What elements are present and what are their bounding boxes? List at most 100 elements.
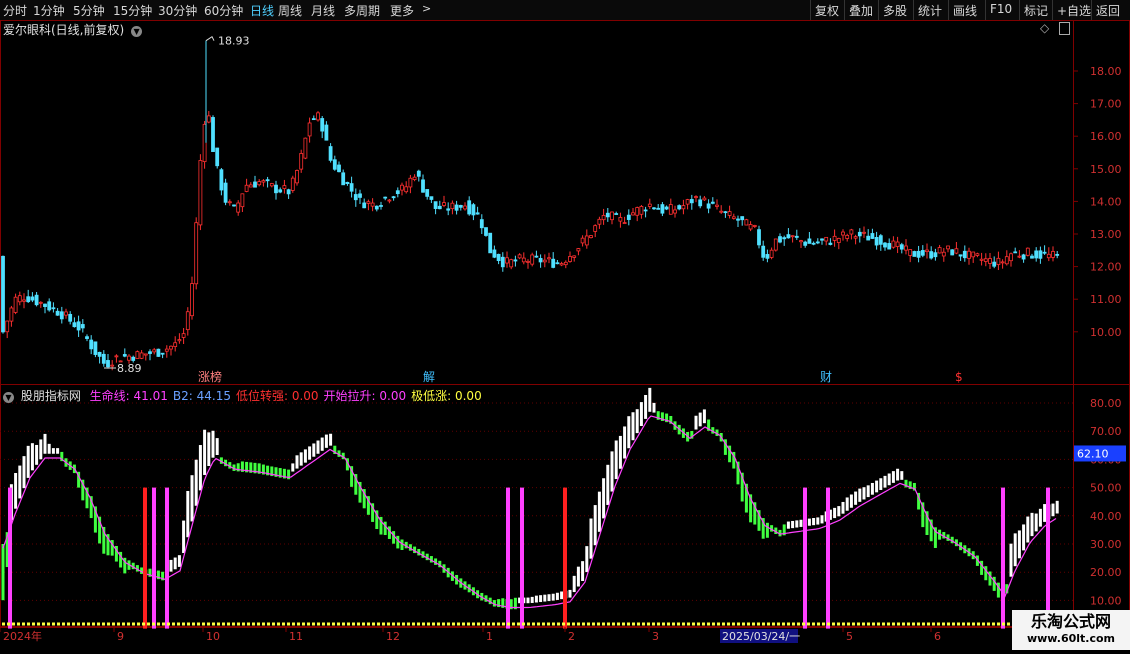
time-label-9: 5	[846, 630, 853, 643]
period-3[interactable]: 15分钟	[113, 2, 152, 19]
period-9[interactable]: 多周期	[344, 2, 380, 19]
candle-body	[156, 348, 161, 357]
candle-body	[80, 324, 85, 329]
candle-body	[668, 204, 673, 215]
candle-body	[841, 231, 845, 236]
indicator-bar	[581, 561, 585, 581]
candle-body	[353, 194, 358, 201]
indicator-bar	[644, 394, 648, 419]
period-7[interactable]: 周线	[278, 2, 302, 19]
candle-body	[1000, 261, 1005, 264]
action-2[interactable]: 多股	[883, 2, 907, 19]
time-label-3: 11	[289, 630, 303, 643]
candle-body	[303, 137, 308, 159]
candle-body	[72, 322, 77, 328]
toolbar-separator	[844, 0, 845, 20]
candle-body	[534, 255, 539, 258]
price-label-3: 15.00	[1090, 163, 1122, 176]
candle-body	[55, 310, 60, 316]
action-5[interactable]: F10	[990, 2, 1012, 16]
indicator-bar	[572, 575, 576, 593]
candle-body	[463, 205, 467, 210]
candle-body	[807, 238, 812, 244]
candle-body	[1055, 254, 1060, 256]
candle-body	[122, 354, 127, 357]
period-0[interactable]: 分时	[3, 2, 27, 19]
indicator-bar	[1043, 504, 1047, 522]
high-price-label: 18.93	[218, 35, 250, 48]
candle-body	[311, 118, 316, 121]
candle-body	[345, 181, 350, 185]
indicator-bar	[316, 440, 320, 454]
period-2[interactable]: 5分钟	[73, 2, 105, 19]
candle-body	[101, 353, 106, 364]
candle-body	[786, 234, 791, 239]
candle-body	[706, 203, 711, 209]
candle-body	[404, 186, 409, 193]
candle-body	[912, 251, 917, 257]
candle-body	[597, 218, 602, 225]
candle-body	[1009, 253, 1013, 262]
period-8[interactable]: 月线	[311, 2, 335, 19]
candle-body	[744, 219, 749, 226]
indicator-bar	[295, 455, 299, 469]
period-10[interactable]: 更多	[390, 2, 414, 19]
candle-body	[576, 248, 581, 252]
indicator-bar	[1051, 503, 1055, 517]
candle-body	[400, 184, 404, 191]
signal-bar	[506, 487, 510, 629]
candle-body	[190, 283, 194, 317]
indicator-axis-label-4: 40.00	[1090, 510, 1122, 523]
indicator-bar	[182, 520, 186, 554]
indicator-bar	[320, 437, 324, 451]
candle-body	[946, 245, 950, 250]
chart-area[interactable]: 18.00 17.00 16.00 15.00 14.00 13.00 12.00 11.00…	[0, 20, 1130, 650]
indicator-bar	[329, 433, 333, 446]
candle-body	[51, 307, 56, 310]
indicator-bar	[560, 591, 564, 600]
action-7[interactable]: +自选	[1057, 2, 1091, 19]
diamond-icon[interactable]: ◇	[1040, 21, 1049, 35]
indicator-bar	[883, 475, 887, 488]
candle-body	[992, 261, 997, 267]
candle-body	[1038, 250, 1043, 259]
indicator-bar	[1030, 512, 1034, 537]
indicator-bar	[396, 535, 400, 549]
period-5[interactable]: 60分钟	[204, 2, 243, 19]
candle-body	[652, 207, 656, 210]
indicator-bar	[614, 440, 618, 480]
more-chevron-icon[interactable]: >	[422, 2, 431, 15]
dropdown-icon[interactable]: ▼	[131, 26, 143, 37]
period-1[interactable]: 1分钟	[33, 2, 65, 19]
candle-body	[757, 229, 761, 246]
toolbar-separator	[985, 0, 986, 20]
candle-body	[93, 341, 98, 355]
candle-body	[383, 196, 388, 199]
candle-body	[559, 263, 564, 266]
candle-body	[341, 172, 346, 186]
action-1[interactable]: 叠加	[849, 2, 873, 19]
action-8[interactable]: 返回	[1096, 2, 1120, 19]
panel-toggle-icon[interactable]	[1059, 22, 1071, 35]
action-3[interactable]: 统计	[918, 2, 942, 19]
price-label-4: 14.00	[1090, 195, 1122, 208]
candle-body	[639, 206, 644, 215]
candle-body	[232, 204, 236, 207]
candle-body	[727, 211, 732, 216]
candle-body	[349, 183, 354, 192]
candle-body	[194, 222, 199, 285]
period-4[interactable]: 30分钟	[158, 2, 197, 19]
action-4[interactable]: 画线	[953, 2, 977, 19]
toolbar-separator	[948, 0, 949, 20]
candle-body	[206, 115, 211, 123]
kline-chart[interactable]: 18.00 17.00 16.00 15.00 14.00 13.00 12.00 11.00…	[0, 20, 1130, 650]
action-0[interactable]: 复权	[815, 2, 839, 19]
candle-body	[589, 235, 593, 239]
collapse-icon[interactable]: ▼	[3, 392, 14, 403]
period-6[interactable]: 日线	[250, 2, 274, 19]
candle-body	[685, 199, 690, 205]
candle-body	[13, 296, 18, 313]
candle-body	[547, 257, 551, 260]
action-6[interactable]: 标记	[1024, 2, 1048, 19]
indicator-bar	[18, 465, 22, 499]
